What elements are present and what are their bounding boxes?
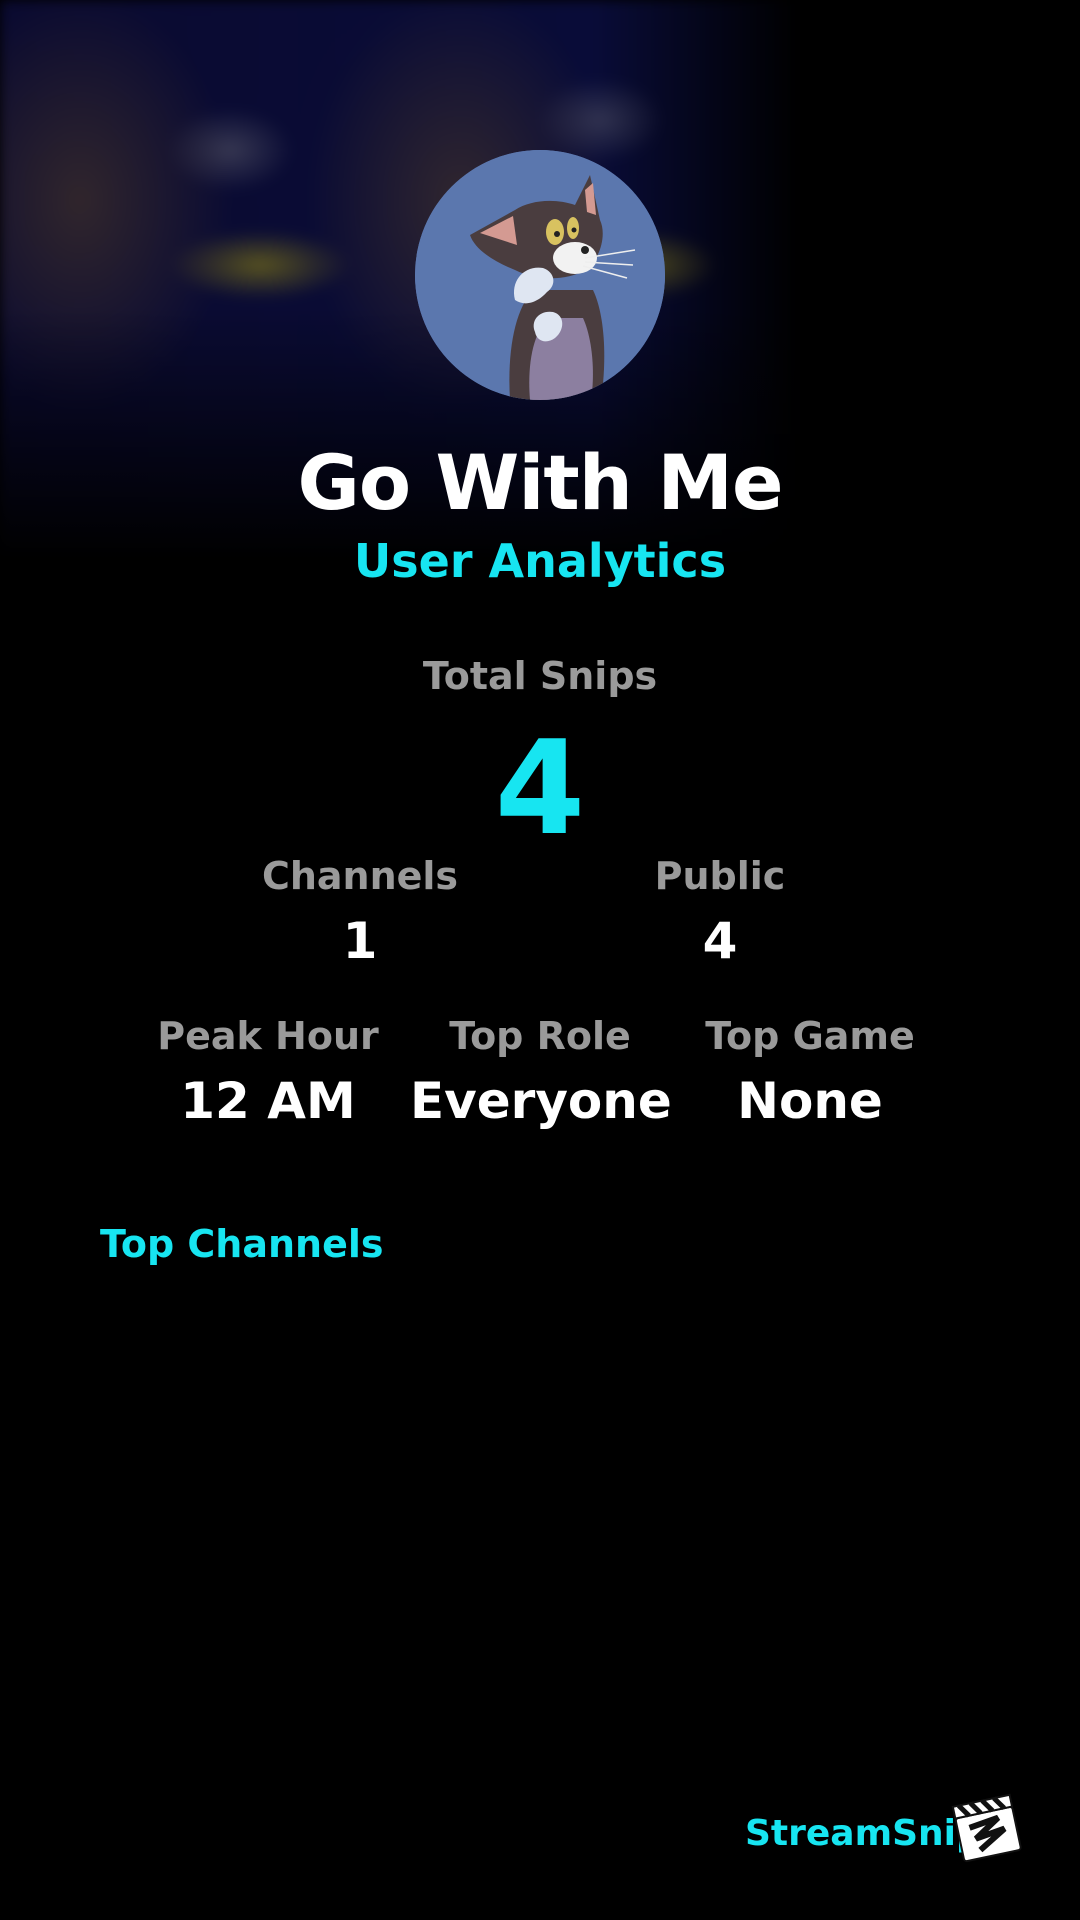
clapperboard-icon [951,1793,1022,1863]
cartoon-cat-avatar-icon [415,150,665,400]
page-title: Go With Me [297,438,783,527]
channels-value: 1 [342,912,378,970]
top-game-value: None [737,1072,883,1130]
channels-label: Channels [261,854,459,898]
top-game-label: Top Game [705,1014,915,1058]
peak-hour-value: 12 AM [180,1072,356,1130]
total-snips-label: Total Snips [422,654,658,698]
peak-hour-label: Peak Hour [157,1014,379,1058]
top-role-label: Top Role [449,1014,631,1058]
public-value: 4 [702,912,738,970]
page-subtitle: User Analytics [353,534,727,588]
top-role-value: Everyone [410,1072,672,1130]
brand-name: StreamSnip [745,1813,982,1854]
avatar [415,150,665,400]
total-snips-value: 4 [494,712,586,864]
public-label: Public [654,854,786,898]
top-channels-heading: Top Channels [100,1222,384,1266]
